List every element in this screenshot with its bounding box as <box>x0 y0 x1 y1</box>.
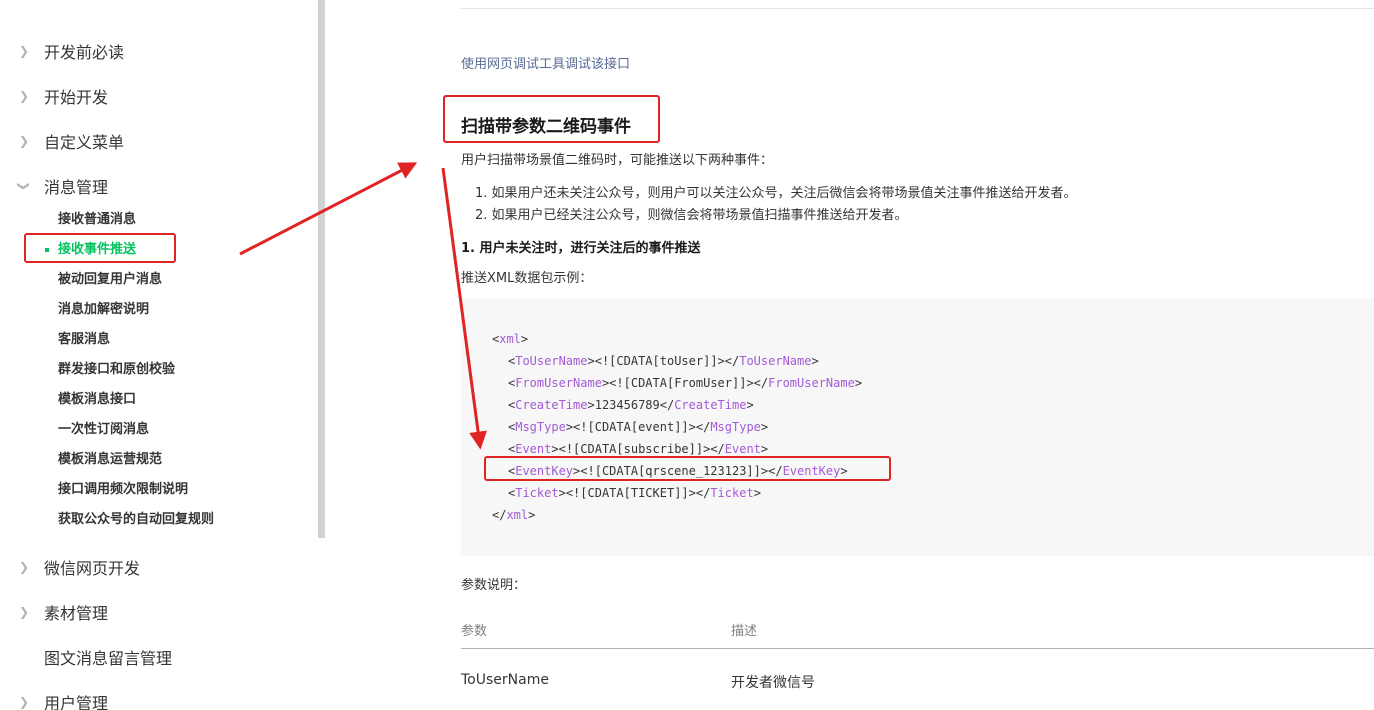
xml-tag-name: Ticket <box>710 486 754 500</box>
xml-bracket: > <box>753 486 761 500</box>
xml-bracket: > <box>520 332 529 346</box>
xml-tag-name: Ticket <box>515 486 559 500</box>
code-line: <FromUserName><![CDATA[FromUser]]></From… <box>508 372 862 394</box>
xml-bracket: </ <box>710 442 725 456</box>
xml-bracket: > <box>551 442 559 456</box>
xml-bracket: > <box>587 398 595 412</box>
sidebar-subitem-one-time-subscribe[interactable]: 一次性订阅消息 <box>58 420 149 440</box>
xml-bracket: > <box>760 442 769 456</box>
xml-tag-name: ToUserName <box>515 354 588 368</box>
xml-tag-name: MsgType <box>710 420 761 434</box>
sidebar-subitem-receive-normal[interactable]: 接收普通消息 <box>58 210 136 230</box>
chevron-right-icon: ❯ <box>18 605 30 619</box>
xml-value: 123456789 <box>594 398 660 412</box>
divider <box>461 8 1374 9</box>
xml-tag-name: Event <box>724 442 761 456</box>
intro-text: 用户扫描带场景值二维码时，可能推送以下两种事件： <box>461 153 774 168</box>
sidebar-subitem-mass-send[interactable]: 群发接口和原创校验 <box>58 360 175 380</box>
xml-value: <![CDATA[event]]> <box>573 420 696 434</box>
annotation-box-sidebar <box>24 233 176 263</box>
list-item: 1. 如果用户还未关注公众号，则用户可以关注公众号，关注后微信会将带场景值关注事… <box>475 186 1077 201</box>
xml-tag-name: CreateTime <box>674 398 747 412</box>
chevron-right-icon: ❯ <box>18 89 30 103</box>
code-line: <ToUserName><![CDATA[toUser]]></ToUserNa… <box>508 350 819 372</box>
xml-example-label: 推送XML数据包示例： <box>461 271 593 286</box>
xml-tag-name: xml <box>499 332 521 346</box>
xml-bracket: > <box>528 508 536 522</box>
annotation-box-eventkey <box>484 456 891 481</box>
sidebar-subitem-customer-service[interactable]: 客服消息 <box>58 330 110 350</box>
chevron-right-icon: ❯ <box>18 560 30 574</box>
xml-bracket: </ <box>492 508 507 522</box>
table-cell-param: ToUserName <box>461 672 549 688</box>
sidebar-item-label: 微信网页开发 <box>44 559 141 578</box>
xml-value: <![CDATA[toUser]]> <box>594 354 725 368</box>
xml-bracket: </ <box>695 486 711 500</box>
xml-bracket: > <box>854 376 863 390</box>
sidebar-subitem-template-api[interactable]: 模板消息接口 <box>58 390 136 410</box>
table-cell-desc: 开发者微信号 <box>731 675 815 691</box>
xml-tag-name: Event <box>515 442 552 456</box>
code-line: <xml> <box>492 328 528 350</box>
sidebar-item-label: 开发前必读 <box>44 43 125 62</box>
table-header-param: 参数 <box>461 624 488 639</box>
xml-tag-name: xml <box>506 508 529 522</box>
sidebar-subitem-auto-reply-rules[interactable]: 获取公众号的自动回复规则 <box>58 510 214 530</box>
xml-bracket: > <box>746 398 754 412</box>
sidebar-subitem-encryption[interactable]: 消息加解密说明 <box>58 300 149 320</box>
annotation-box-title <box>443 95 660 143</box>
xml-tag-name: FromUserName <box>515 376 602 390</box>
xml-value: <![CDATA[subscribe]]> <box>558 442 711 456</box>
xml-tag-name: MsgType <box>515 420 566 434</box>
code-line: <Ticket><![CDATA[TICKET]]></Ticket> <box>508 482 761 504</box>
table-header-desc: 描述 <box>731 624 758 639</box>
xml-bracket: </ <box>659 398 675 412</box>
sidebar-item-label: 开始开发 <box>44 88 109 107</box>
subheading: 1. 用户未关注时，进行关注后的事件推送 <box>461 241 701 256</box>
code-line: <MsgType><![CDATA[event]]></MsgType> <box>508 416 768 438</box>
xml-bracket: </ <box>724 354 740 368</box>
xml-value: <![CDATA[FromUser]]> <box>609 376 754 390</box>
chevron-down-icon: ❯ <box>17 180 31 192</box>
xml-bracket: > <box>760 420 769 434</box>
sidebar-nav: ❯ 开发前必读 ❯ 开始开发 ❯ 自定义菜单 ❯ 消息管理 接收普通消息 接收事… <box>0 0 318 710</box>
xml-value: <![CDATA[TICKET]]> <box>565 486 696 500</box>
xml-tag-name: FromUserName <box>768 376 855 390</box>
xml-bracket: > <box>811 354 819 368</box>
code-line: <CreateTime>123456789</CreateTime> <box>508 394 754 416</box>
xml-bracket: > <box>587 354 595 368</box>
xml-bracket: </ <box>695 420 711 434</box>
list-item: 2. 如果用户已经关注公众号，则微信会将带场景值扫描事件推送给开发者。 <box>475 208 908 223</box>
sidebar-item-label: 素材管理 <box>44 604 109 623</box>
code-line: </xml> <box>492 504 535 526</box>
xml-tag-name: CreateTime <box>515 398 588 412</box>
xml-bracket: </ <box>753 376 769 390</box>
debug-tool-link[interactable]: 使用网页调试工具调试该接口 <box>461 53 630 72</box>
sidebar-item-label: 用户管理 <box>44 694 109 710</box>
sidebar-scrollbar[interactable] <box>318 0 325 538</box>
sidebar-subitem-template-rules[interactable]: 模板消息运营规范 <box>58 450 162 470</box>
chevron-right-icon: ❯ <box>18 44 30 58</box>
sidebar-subitem-rate-limit[interactable]: 接口调用频次限制说明 <box>58 480 188 500</box>
table-divider <box>461 648 1374 649</box>
sidebar-item-label: 消息管理 <box>44 178 109 197</box>
sidebar-subitem-passive-reply[interactable]: 被动回复用户消息 <box>58 270 162 290</box>
chevron-right-icon: ❯ <box>18 134 30 148</box>
chevron-right-icon: ❯ <box>18 695 30 709</box>
xml-tag-name: ToUserName <box>739 354 812 368</box>
sidebar-item-label: 图文消息留言管理 <box>44 649 173 668</box>
xml-bracket: > <box>558 486 566 500</box>
xml-bracket: > <box>565 420 574 434</box>
params-label: 参数说明： <box>461 578 527 593</box>
sidebar-item-label: 自定义菜单 <box>44 133 125 152</box>
